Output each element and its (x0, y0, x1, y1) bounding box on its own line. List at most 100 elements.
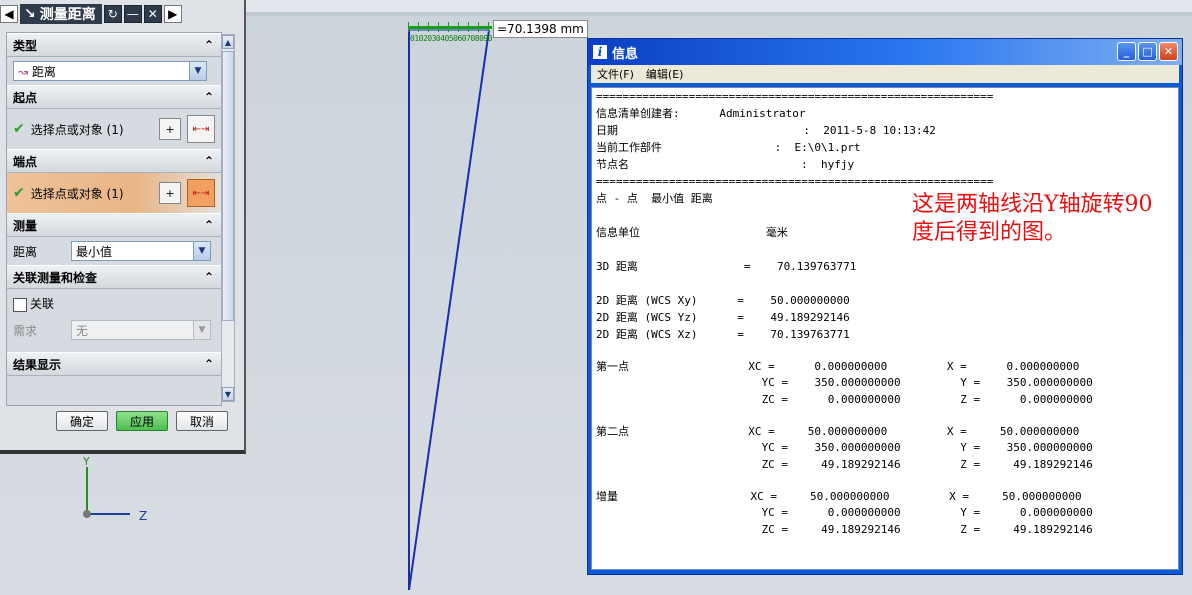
dialog-scrollbar[interactable]: ▲ ▼ (221, 34, 235, 402)
measure-ruler: 0102030405060708090100 (408, 22, 492, 44)
info-line: ZC = 0.000000000 Z = 0.000000000 (596, 393, 1093, 406)
type-select-value: 距离 (31, 64, 56, 79)
info-line: 信息清单创建者: Administrator (596, 107, 806, 120)
section-start-header[interactable]: 起点 ⌃ (7, 85, 221, 109)
info-line: ========================================… (596, 90, 994, 103)
ruler-tick (428, 22, 429, 32)
maximize-icon[interactable]: □ (1138, 42, 1157, 61)
requirement-row: 需求 无 ▼ (7, 316, 221, 344)
apply-button[interactable]: 应用 (116, 411, 168, 431)
info-line: ========================================… (596, 175, 994, 188)
section-measure-title: 测量 (13, 218, 38, 233)
point-constructor-icon[interactable]: ⇤⇥ (187, 115, 215, 143)
section-assoc-title: 关联测量和检查 (13, 270, 98, 285)
info-window-title: 信息 (612, 46, 639, 62)
info-line: ZC = 49.189292146 Z = 49.189292146 (596, 458, 1093, 471)
ruler-bar (408, 26, 492, 29)
point-dialog-icon[interactable]: + (159, 118, 181, 140)
measure-distance-dialog: ◀ ↘ 测量距离 ↻ — ✕ ▶ 类型 ⌃ ↝ 距离 ▼ 起点 ⌃ ✔ 选择点或… (0, 0, 246, 454)
info-line: 2D 距离 (WCS Xy) = 50.000000000 (596, 294, 850, 307)
measure-select-value: 最小值 (76, 244, 113, 259)
dialog-body: 类型 ⌃ ↝ 距离 ▼ 起点 ⌃ ✔ 选择点或对象 (1) + ⇤⇥ 端点 ⌃ … (6, 32, 222, 406)
collapse-icon[interactable]: — (123, 5, 142, 23)
info-line: 2D 距离 (WCS Xz) = 70.139763771 (596, 328, 850, 341)
check-icon: ✔ (13, 185, 25, 201)
chevron-up-icon: ⌃ (203, 154, 215, 168)
info-line: YC = 350.000000000 Y = 350.000000000 (596, 441, 1093, 454)
type-row: ↝ 距离 ▼ (7, 57, 221, 85)
info-line: 节点名 : hyfjy (596, 158, 855, 171)
origin-point (83, 510, 91, 518)
menu-file[interactable]: 文件(F) (597, 66, 634, 82)
ruler-tick (448, 22, 449, 32)
section-type-header[interactable]: 类型 ⌃ (7, 33, 221, 57)
minimize-icon[interactable]: _ (1117, 42, 1136, 61)
menu-edit[interactable]: 编辑(E) (646, 66, 684, 82)
associative-label: 关联 (30, 297, 55, 311)
ruler-tick (468, 22, 469, 32)
cancel-button[interactable]: 取消 (176, 411, 228, 431)
prev-arrow-icon[interactable]: ◀ (0, 5, 18, 23)
distance-readout: =70.1398 mm (493, 20, 588, 38)
info-line: 2D 距离 (WCS Yz) = 49.189292146 (596, 311, 850, 324)
close-icon[interactable]: ✕ (1159, 42, 1178, 61)
info-line: 日期 : 2011-5-8 10:13:42 (596, 124, 936, 137)
reset-icon[interactable]: ↻ (103, 5, 122, 23)
measure-select[interactable]: 最小值 ▼ (71, 241, 211, 261)
section-end-header[interactable]: 端点 ⌃ (7, 149, 221, 173)
start-point-selector[interactable]: ✔ 选择点或对象 (1) + ⇤⇥ (7, 109, 221, 149)
checkbox-box (13, 297, 27, 312)
info-text-area[interactable]: ZC = 49.189292146 Z = 49.189292146 YC = … (591, 87, 1179, 570)
ruler-tick (438, 22, 439, 32)
dialog-button-row: 确定 应用 取消 (56, 411, 228, 431)
chevron-up-icon: ⌃ (203, 90, 215, 104)
start-select-label: 选择点或对象 (1) (30, 122, 124, 137)
end-select-label: 选择点或对象 (1) (30, 186, 124, 201)
section-type-title: 类型 (13, 38, 38, 53)
requirement-select[interactable]: 无 ▼ (71, 320, 211, 340)
ruler-tick (458, 22, 459, 32)
ruler-tick (418, 22, 419, 32)
dialog-title-text: 测量距离 (39, 7, 96, 23)
section-result-title: 结果显示 (13, 357, 62, 372)
point-constructor-icon[interactable]: ⇤⇥ (187, 179, 215, 207)
info-icon: i (593, 45, 607, 59)
scroll-down-icon[interactable]: ▼ (222, 387, 234, 401)
type-select[interactable]: ↝ 距离 ▼ (13, 61, 207, 81)
ruler-tick (488, 22, 489, 32)
info-line: 增量 XC = 50.000000000 X = 50.000000000 (596, 490, 1082, 503)
axis-line-rotated (408, 29, 490, 591)
section-measure-header[interactable]: 测量 ⌃ (7, 213, 221, 237)
next-arrow-icon[interactable]: ▶ (163, 5, 182, 23)
information-window: i 信息 _ □ ✕ 文件(F) 编辑(E) ZC = 49.189292146… (587, 38, 1183, 575)
scroll-thumb[interactable] (222, 51, 234, 321)
info-menubar: 文件(F) 编辑(E) (591, 65, 1179, 83)
chevron-up-icon: ⌃ (203, 38, 215, 52)
ruler-labels: 0102030405060708090100 (410, 34, 492, 43)
section-start-title: 起点 (13, 90, 38, 105)
section-assoc-header[interactable]: 关联测量和检查 ⌃ (7, 265, 221, 289)
ruler-tick (478, 22, 479, 32)
scroll-up-icon[interactable]: ▲ (222, 35, 234, 49)
dialog-titlebar: ◀ ↘ 测量距离 ↻ — ✕ ▶ (0, 4, 214, 24)
info-line: 第二点 XC = 50.000000000 X = 50.000000000 (596, 425, 1080, 438)
measure-label: 距离 (13, 244, 38, 259)
section-result-header[interactable]: 结果显示 ⌃ (7, 352, 221, 376)
info-line: 3D 距离 = 70.139763771 (596, 260, 857, 273)
chevron-up-icon: ⌃ (203, 357, 215, 371)
associative-checkbox[interactable]: 关联 (13, 295, 54, 312)
info-line: YC = 350.000000000 Y = 350.000000000 (596, 376, 1093, 389)
axis-z-label: Z (139, 509, 148, 523)
section-end-title: 端点 (13, 154, 38, 169)
ok-button[interactable]: 确定 (56, 411, 108, 431)
info-titlebar[interactable]: i 信息 _ □ ✕ (588, 39, 1182, 65)
info-line: YC = 0.000000000 Y = 0.000000000 (596, 506, 1093, 519)
annotation-note: 这是两轴线沿Y轴旋转90度后得到的图。 (912, 192, 1153, 245)
end-point-selector[interactable]: ✔ 选择点或对象 (1) + ⇤⇥ (7, 173, 221, 213)
close-icon[interactable]: ✕ (143, 5, 162, 23)
assoc-row: 关联 (7, 289, 221, 316)
point-dialog-icon[interactable]: + (159, 182, 181, 204)
info-line: 第一点 XC = 0.000000000 X = 0.000000000 (596, 360, 1080, 373)
axis-y-label: Y (83, 455, 90, 468)
chevron-down-icon: ▼ (193, 242, 210, 260)
